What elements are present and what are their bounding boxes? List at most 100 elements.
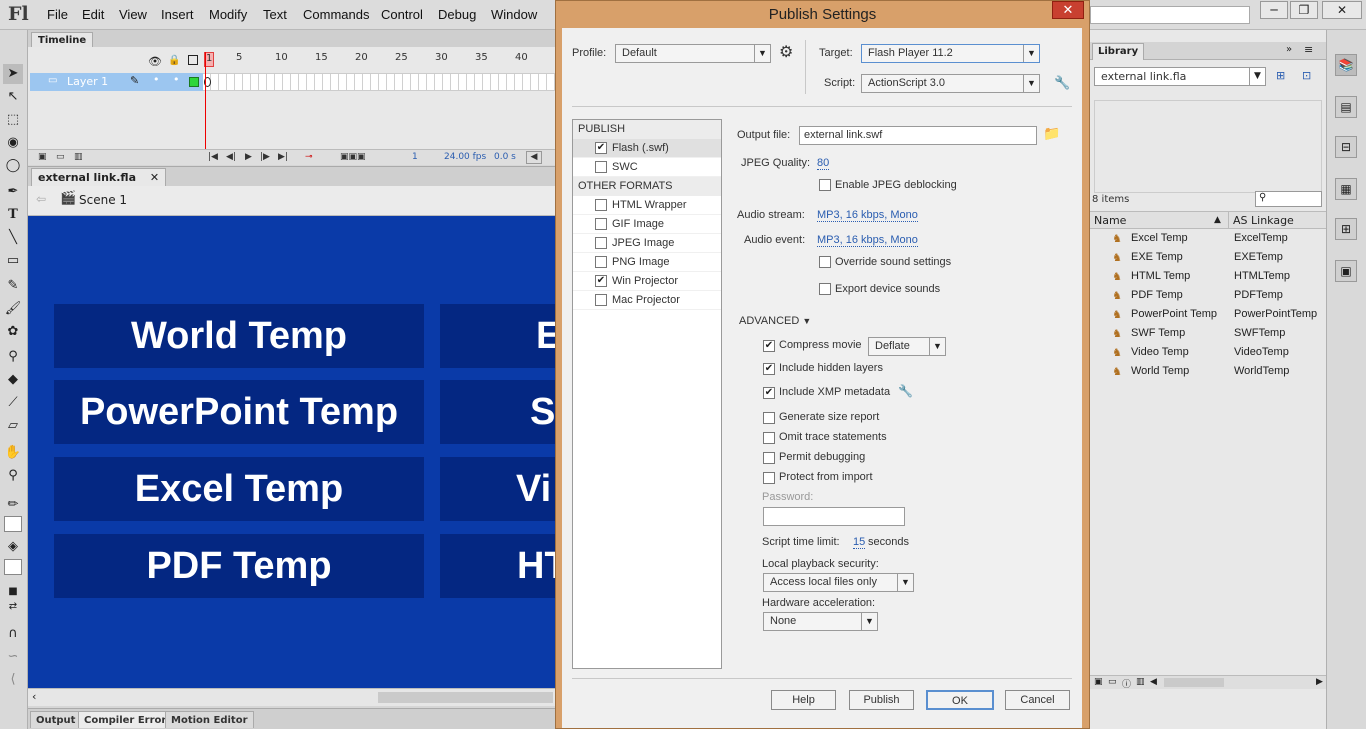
advanced-toggle[interactable]: ADVANCED ▼ [739, 315, 811, 327]
zoom-tool-icon[interactable]: ⚲ [3, 466, 23, 486]
audio-event-value[interactable]: MP3, 16 kbps, Mono [817, 234, 918, 247]
compress-select[interactable]: Deflate ▼ [868, 337, 946, 356]
menu-insert[interactable]: Insert [161, 7, 194, 22]
profile-select[interactable]: Default ▼ [615, 44, 771, 63]
library-item[interactable]: ♞ HTML Temp HTMLTemp [1090, 267, 1326, 286]
properties-panel-icon[interactable]: ▤ [1335, 96, 1357, 118]
swap-colors-icon[interactable]: ⇄ [3, 597, 23, 617]
new-symbol-icon[interactable]: ▣ [1094, 677, 1103, 687]
smooth-icon[interactable]: ∽ [3, 647, 23, 667]
timeline-tab[interactable]: Timeline [31, 32, 94, 47]
close-window-button[interactable]: ✕ [1322, 1, 1362, 19]
restore-button[interactable]: ❐ [1290, 1, 1318, 19]
library-panel-icon[interactable]: 📚 [1335, 54, 1357, 76]
gif-checkbox[interactable] [595, 218, 607, 230]
folder-icon[interactable]: 📁 [1043, 125, 1060, 142]
col-name[interactable]: Name [1094, 214, 1126, 227]
override-sound-checkbox[interactable] [819, 256, 831, 268]
stage-button-pdf[interactable]: PDF Temp [54, 534, 424, 598]
scrollbar-thumb[interactable] [378, 692, 553, 703]
layer-color-swatch[interactable] [189, 77, 199, 87]
minimize-button[interactable]: ─ [1260, 1, 1288, 19]
jpeg-quality-value[interactable]: 80 [817, 157, 830, 170]
compress-movie-checkbox[interactable]: ✔ [763, 340, 775, 352]
delete-layer-icon[interactable]: ▥ [74, 152, 83, 162]
step-forward-icon[interactable]: |▶ [260, 152, 270, 162]
sort-ascending-icon[interactable]: ▲ [1214, 215, 1221, 225]
back-arrow-icon[interactable]: ⇦ [36, 192, 46, 206]
help-button[interactable]: Help [771, 690, 836, 710]
jpeg-deblocking-checkbox[interactable] [819, 179, 831, 191]
document-tab[interactable]: external link.fla ✕ [31, 168, 167, 187]
dialog-close-button[interactable]: ✕ [1052, 1, 1084, 19]
stroke-color-swatch[interactable] [4, 516, 22, 532]
format-png[interactable]: PNG Image [573, 253, 721, 272]
tab-compiler-errors[interactable]: Compiler Errors [78, 711, 179, 728]
format-flash-swf[interactable]: ✔ Flash (.swf) [573, 139, 721, 158]
mac-projector-checkbox[interactable] [595, 294, 607, 306]
library-item[interactable]: ♞ SWF Temp SWFTemp [1090, 324, 1326, 343]
library-item[interactable]: ♞ EXE Temp EXETemp [1090, 248, 1326, 267]
scrollbar-thumb[interactable] [1164, 678, 1224, 687]
menu-edit[interactable]: Edit [82, 7, 104, 22]
tab-motion-editor[interactable]: Motion Editor [165, 711, 254, 728]
html-checkbox[interactable] [595, 199, 607, 211]
help-search-input[interactable] [1090, 6, 1250, 24]
stage-button-html[interactable]: HT [440, 534, 555, 598]
tab-output[interactable]: Output [30, 711, 82, 728]
menu-modify[interactable]: Modify [209, 7, 247, 22]
scroll-left-arrow-icon[interactable]: ‹ [32, 690, 36, 703]
stroke-color-icon[interactable]: ✏ [3, 495, 23, 515]
swatches-panel-icon[interactable]: ▦ [1335, 178, 1357, 200]
stage-button-excel[interactable]: Excel Temp [54, 457, 424, 521]
include-hidden-checkbox[interactable]: ✔ [763, 363, 775, 375]
straighten-icon[interactable]: ⟨ [3, 670, 23, 690]
align-panel-icon[interactable]: ⊟ [1335, 136, 1357, 158]
bone-tool-icon[interactable]: ⚲ [3, 347, 23, 367]
subselection-tool-icon[interactable]: ↖ [3, 87, 23, 107]
close-tab-icon[interactable]: ✕ [150, 171, 159, 184]
layer-row[interactable]: ▭ Layer 1 ✎ • • [30, 73, 203, 91]
stage-button-world[interactable]: World Temp [54, 304, 424, 368]
menu-window[interactable]: Window [491, 7, 537, 22]
format-gif[interactable]: GIF Image [573, 215, 721, 234]
hw-accel-select[interactable]: None ▼ [763, 612, 878, 631]
menu-view[interactable]: View [119, 7, 147, 22]
permit-debugging-checkbox[interactable] [763, 452, 775, 464]
last-frame-icon[interactable]: ▶| [278, 152, 288, 162]
lasso-tool-icon[interactable]: ◯ [3, 156, 23, 176]
scroll-left-icon[interactable]: ◀ [526, 151, 542, 164]
script-select[interactable]: ActionScript 3.0 ▼ [861, 74, 1040, 93]
format-swc[interactable]: SWC [573, 158, 721, 177]
password-input[interactable] [763, 507, 905, 526]
deco-tool-icon[interactable]: ✿ [3, 322, 23, 342]
library-file-select[interactable]: external link.fla ▼ [1094, 67, 1266, 86]
scroll-left-icon[interactable]: ◀ [1150, 677, 1157, 687]
audio-stream-value[interactable]: MP3, 16 kbps, Mono [817, 209, 918, 222]
free-transform-tool-icon[interactable]: ⬚ [3, 110, 23, 130]
delete-icon[interactable]: ▥ [1136, 677, 1145, 687]
export-device-sounds-checkbox[interactable] [819, 283, 831, 295]
format-mac-projector[interactable]: Mac Projector [573, 291, 721, 310]
ok-button[interactable]: OK [926, 690, 994, 710]
visibility-dot[interactable]: • [153, 73, 160, 86]
format-win-projector[interactable]: ✔ Win Projector [573, 272, 721, 291]
eyedropper-tool-icon[interactable]: ⟋ [3, 393, 23, 413]
lock-dot[interactable]: • [173, 73, 180, 86]
components-panel-icon[interactable]: ▣ [1335, 260, 1357, 282]
cancel-button[interactable]: Cancel [1005, 690, 1070, 710]
outline-icon[interactable] [188, 55, 198, 65]
pin-library-icon[interactable]: ⊞ [1276, 69, 1285, 82]
stage-button-exe[interactable]: E [440, 304, 555, 368]
library-item[interactable]: ♞ Video Temp VideoTemp [1090, 343, 1326, 362]
format-html-wrapper[interactable]: HTML Wrapper [573, 196, 721, 215]
line-tool-icon[interactable]: ╲ [3, 228, 23, 248]
library-item[interactable]: ♞ PDF Temp PDFTemp [1090, 286, 1326, 305]
properties-icon[interactable]: ⓘ [1122, 677, 1131, 690]
text-tool-icon[interactable]: T [3, 205, 23, 225]
stage-button-swf[interactable]: S [440, 380, 555, 444]
wrench-icon[interactable]: 🔧 [1054, 75, 1070, 91]
omit-trace-checkbox[interactable] [763, 432, 775, 444]
stage-button-powerpoint[interactable]: PowerPoint Temp [54, 380, 424, 444]
show-hide-icon[interactable]: 👁 [148, 55, 162, 68]
